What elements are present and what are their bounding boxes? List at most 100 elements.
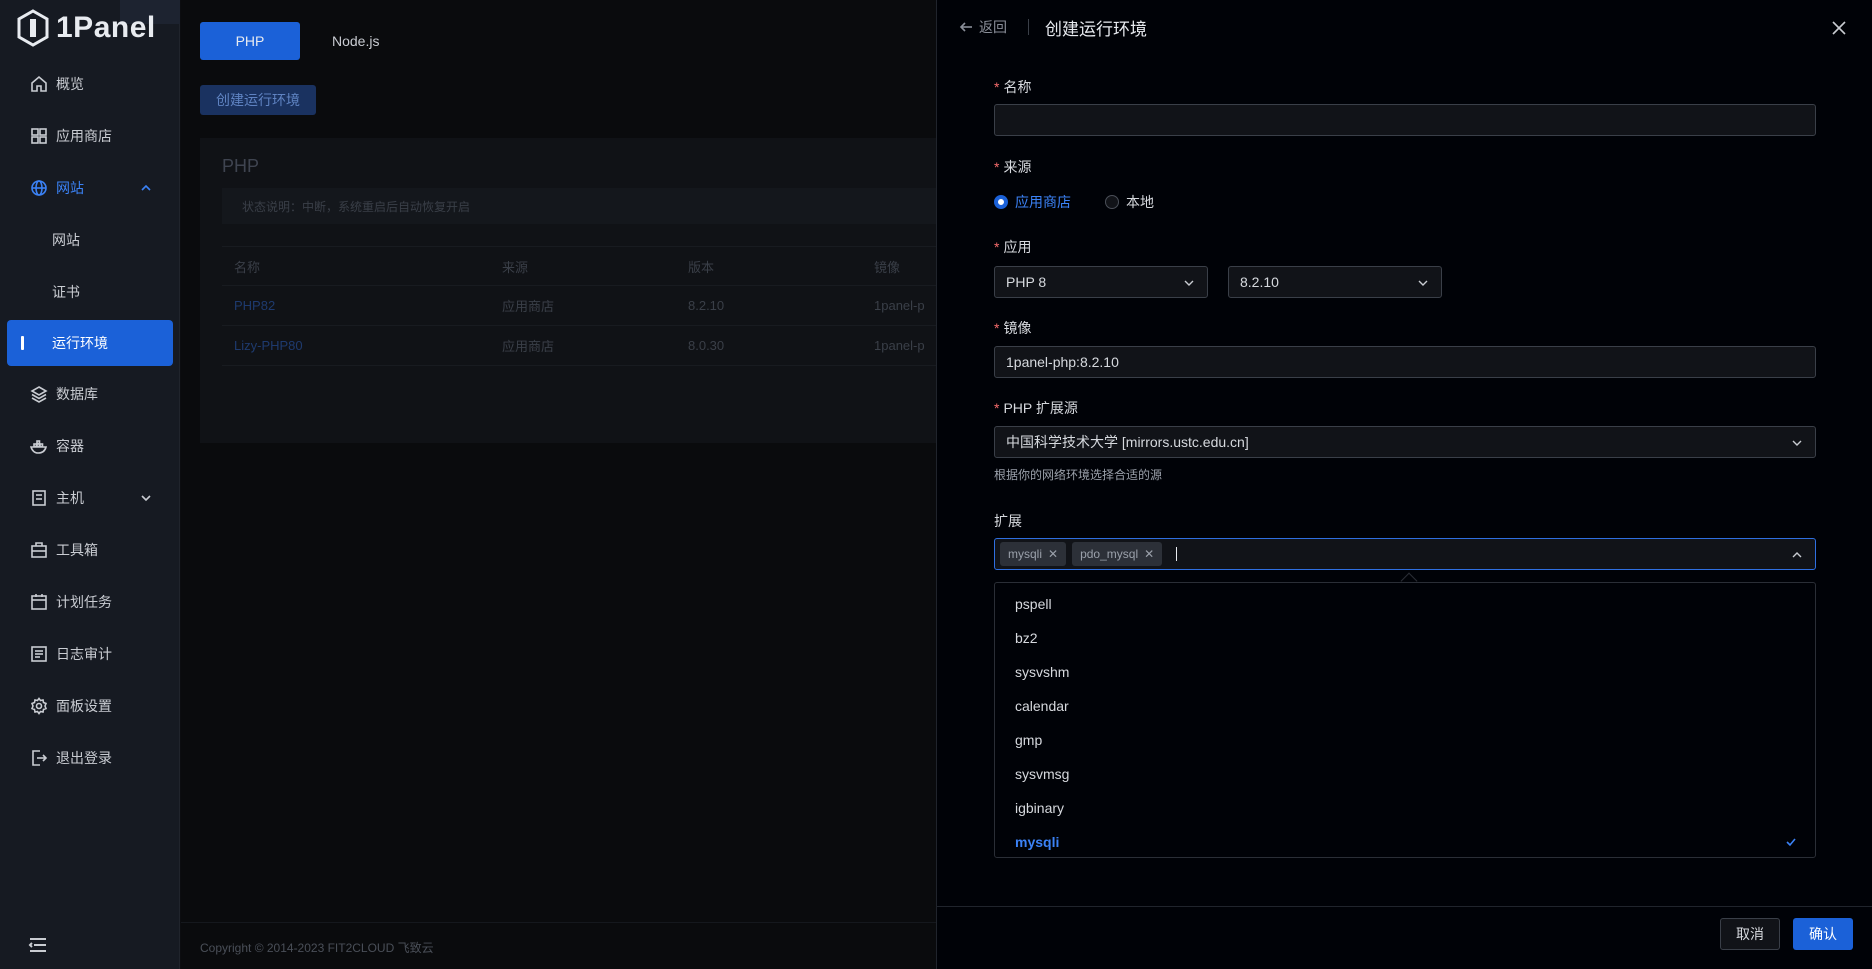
dropdown-option[interactable]: calendar [995,689,1815,723]
sidebar-item-website-group[interactable]: 网站 [0,162,180,214]
copyright: Copyright © 2014-2023 FIT2CLOUD 飞致云 [200,941,434,955]
sidebar-item-label: 退出登录 [56,750,112,766]
table-cell: 应用商店 [502,299,555,314]
column-header: 名称 [234,259,261,275]
logout-icon [32,750,48,766]
radio-label: 应用商店 [1015,194,1071,210]
menu-collapse-icon[interactable] [28,936,48,954]
sidebar-item-websites[interactable]: 网站 [0,214,180,266]
sidebar-item-toolbox[interactable]: 工具箱 [0,524,180,576]
version-select[interactable]: 8.2.10 [1228,266,1442,298]
app-select-value: PHP 8 [1006,274,1047,290]
column-header: 来源 [502,259,529,275]
tab-php[interactable]: PHP [200,22,300,60]
table-cell: 8.0.30 [688,338,725,353]
sidebar-item-settings[interactable]: 面板设置 [0,680,180,732]
create-runtime-button[interactable]: 创建运行环境 [200,85,316,115]
extensions-multiselect[interactable]: mysqli ✕ pdo_mysql ✕ [994,538,1816,570]
check-icon [1786,838,1796,847]
back-button[interactable]: 返回 [959,17,1007,37]
ext-source-help: 根据你的网络环境选择合适的源 [994,468,1163,482]
source-radio-local[interactable]: 本地 [1105,192,1154,212]
runtime-name-link[interactable]: Lizy-PHP80 [222,338,502,353]
source-radio-app-store[interactable]: 应用商店 [994,192,1071,212]
dropdown-option[interactable]: bz2 [995,621,1815,655]
tag-close-icon[interactable]: ✕ [1144,547,1154,561]
radio-dot [994,195,1008,209]
confirm-button[interactable]: 确认 [1793,918,1853,950]
image-input[interactable]: 1panel-php:8.2.10 [994,346,1816,378]
home-icon [31,75,47,92]
sidebar-item-logout[interactable]: 退出登录 [0,732,180,784]
layers-icon [30,386,48,403]
back-label: 返回 [979,19,1007,35]
dropdown-option[interactable]: sysvshm [995,655,1815,689]
sidebar-item-label: 运行环境 [52,335,108,351]
docker-icon [30,440,48,454]
sidebar-item-label: 应用商店 [56,128,112,144]
sidebar-item-cron[interactable]: 计划任务 [0,576,180,628]
sidebar-item-label: 容器 [56,438,84,454]
logo-text: 1Panel [56,11,156,44]
app-select[interactable]: PHP 8 [994,266,1208,298]
sidebar-item-label: 主机 [56,490,84,506]
server-icon [32,490,46,506]
sidebar-item-logs[interactable]: 日志审计 [0,628,180,680]
dropdown-option[interactable]: pspell [995,587,1815,621]
tag-label: pdo_mysql [1080,547,1139,561]
ext-label-text: 扩展 [994,513,1022,529]
chevron-down-icon [141,495,151,502]
sidebar-item-label: 工具箱 [56,542,98,558]
image-label-text: 镜像 [1003,320,1032,336]
sidebar-item-label: 计划任务 [56,594,112,610]
app-label-text: 应用 [1003,239,1032,255]
sidebar-item-runtime[interactable]: 运行环境 [7,320,173,366]
runtime-tabs: PHP Node.js [200,22,411,60]
sidebar-item-database[interactable]: 数据库 [0,368,180,420]
dropdown-option[interactable]: gmp [995,723,1815,757]
version-select-value: 8.2.10 [1240,274,1279,290]
cancel-button[interactable]: 取消 [1720,918,1780,950]
logo[interactable]: 1Panel [16,8,156,48]
image-label: * 镜像 [994,320,1032,336]
dropdown-option[interactable]: igbinary [995,791,1815,825]
name-label-text: 名称 [1003,79,1032,95]
arrow-left-icon [959,22,972,32]
sidebar-item-label: 网站 [52,232,80,248]
create-runtime-drawer: 返回 创建运行环境 * 名称 * 来源 应用商店 本地 * 应用 PHP 8 8.2.… [936,0,1872,969]
dropdown-option-selected[interactable]: mysqli [995,825,1815,859]
grid-icon [31,128,47,144]
sidebar-item-overview[interactable]: 概览 [0,58,180,110]
sidebar-item-certificates[interactable]: 证书 [0,266,180,318]
ext-source-label-text: PHP 扩展源 [1003,400,1078,416]
runtime-name-link[interactable]: PHP82 [222,298,502,313]
ext-source-select[interactable]: 中国科学技术大学 [mirrors.ustc.edu.cn] [994,426,1816,458]
table-row: Lizy-PHP80 应用商店 8.0.30 1panel-p [222,326,962,366]
text-caret [1176,547,1178,561]
status-alert: 状态说明：中断，系统重启后自动恢复开启 [222,188,962,224]
column-header: 版本 [688,259,715,275]
chevron-down-icon [1418,280,1428,286]
log-icon [31,646,47,662]
app-label: * 应用 [994,239,1032,255]
sidebar-item-label: 日志审计 [56,646,112,662]
sidebar-nav: 概览 应用商店 网站 网站 证书 运行环境 数据库 容器 主机 工具箱 计划任务… [0,58,180,784]
table-row: PHP82 应用商店 8.2.10 1panel-p [222,286,962,326]
sidebar-item-label: 面板设置 [56,698,112,714]
tab-nodejs[interactable]: Node.js [300,22,411,60]
sidebar: 1Panel 概览 应用商店 网站 网站 证书 运行环境 数据库 容器 主机 工… [0,0,180,969]
sidebar-item-host[interactable]: 主机 [0,472,180,524]
runtime-card: PHP 状态说明：中断，系统重启后自动恢复开启 名称 来源 版本 镜像 PHP8… [200,138,962,443]
sidebar-item-container[interactable]: 容器 [0,420,180,472]
name-input[interactable] [994,104,1816,136]
sidebar-item-app-store[interactable]: 应用商店 [0,110,180,162]
dropdown-option[interactable]: sysvmsg [995,757,1815,791]
close-icon[interactable] [1831,20,1847,36]
chevron-up-icon [1792,552,1802,558]
tag-close-icon[interactable]: ✕ [1048,547,1058,561]
sidebar-item-label: 证书 [52,284,80,300]
drawer-header: 返回 创建运行环境 [937,0,1872,56]
table-header: 名称 来源 版本 镜像 [222,246,962,286]
name-label: * 名称 [994,79,1032,95]
sidebar-item-label: 数据库 [56,386,98,402]
